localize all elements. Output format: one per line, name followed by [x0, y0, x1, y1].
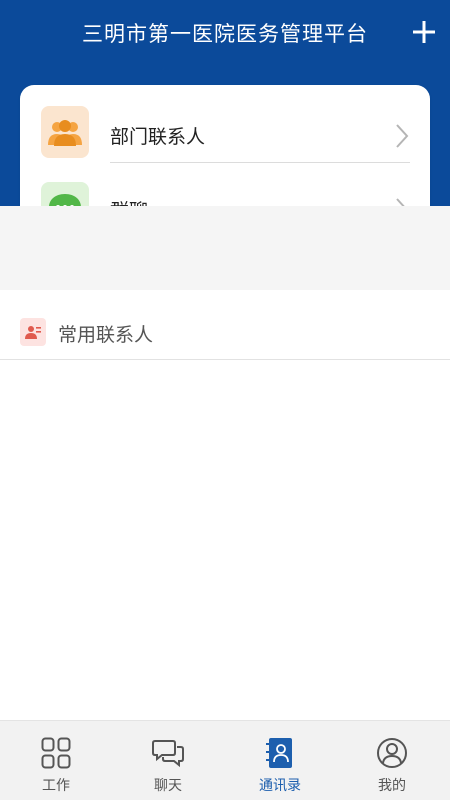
grid-icon	[40, 736, 72, 770]
frequent-contacts-section: 常用联系人	[0, 290, 450, 720]
frequent-contacts-header[interactable]: 常用联系人	[0, 290, 450, 360]
section-gap	[0, 206, 450, 290]
tab-contacts[interactable]: 通讯录	[224, 721, 336, 800]
department-contacts-icon	[41, 106, 89, 158]
add-button[interactable]	[410, 14, 438, 50]
tab-work[interactable]: 工作	[0, 721, 112, 800]
chevron-right-icon	[396, 124, 409, 148]
address-book-icon	[264, 736, 296, 770]
contact-card-icon	[20, 318, 46, 346]
tab-profile[interactable]: 我的	[336, 721, 448, 800]
tab-label: 聊天	[154, 778, 182, 794]
chat-bubbles-icon	[152, 736, 184, 770]
department-contacts-row[interactable]: 部门联系人	[20, 98, 430, 174]
tab-label: 工作	[42, 778, 70, 794]
tab-label: 我的	[378, 778, 406, 794]
department-contacts-label: 部门联系人	[110, 126, 206, 148]
bottom-tab-bar: 工作 聊天 通讯录 我的	[0, 720, 450, 800]
user-profile-icon	[376, 736, 408, 770]
tab-label: 通讯录	[259, 778, 301, 794]
row-divider	[110, 162, 410, 163]
tab-chat[interactable]: 聊天	[112, 721, 224, 800]
frequent-contacts-label: 常用联系人	[58, 324, 154, 346]
page-title: 三明市第一医院医务管理平台	[82, 22, 368, 46]
plus-icon	[413, 21, 435, 43]
